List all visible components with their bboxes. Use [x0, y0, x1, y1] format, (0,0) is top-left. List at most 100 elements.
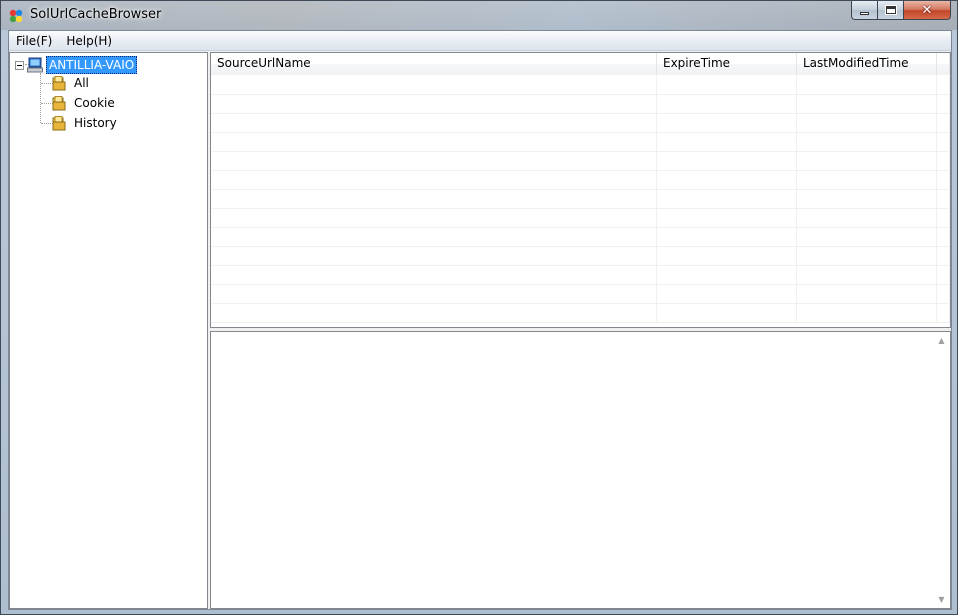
grid-cell	[797, 304, 937, 323]
tree-node-root-label[interactable]: ANTILLIA-VAIO	[46, 56, 138, 74]
url-list-view[interactable]: SourceUrlName ExpireTime LastModifiedTim…	[210, 52, 951, 328]
empty-grid-row	[211, 133, 950, 152]
grid-cell	[211, 133, 657, 152]
app-icon	[9, 9, 23, 23]
minimize-button[interactable]	[851, 1, 878, 20]
empty-grid-row	[211, 76, 950, 95]
grid-cell	[657, 133, 797, 152]
list-body[interactable]	[211, 76, 950, 327]
grid-cell	[937, 247, 950, 266]
grid-cell	[937, 114, 950, 133]
tree-view[interactable]: ANTILLIA-VAIO All Cookie History	[9, 52, 208, 609]
tree-node-all[interactable]: All	[52, 74, 89, 92]
empty-grid-row	[211, 285, 950, 304]
grid-cell	[211, 190, 657, 209]
grid-cell	[657, 95, 797, 114]
close-button[interactable]: ✕	[904, 1, 951, 20]
grid-cell	[937, 266, 950, 285]
empty-grid-row	[211, 304, 950, 323]
grid-cell	[937, 228, 950, 247]
grid-cell	[657, 171, 797, 190]
title-bar[interactable]: SolUrlCacheBrowser ✕	[1, 1, 957, 30]
collapse-toggle-icon[interactable]	[15, 60, 24, 70]
grid-cell	[211, 285, 657, 304]
empty-grid-row	[211, 152, 950, 171]
grid-cell	[797, 133, 937, 152]
close-icon: ✕	[921, 2, 933, 18]
grid-cell	[657, 304, 797, 323]
tree-node-root[interactable]: ANTILLIA-VAIO	[15, 56, 138, 74]
column-header-last-modified[interactable]: LastModifiedTime	[797, 53, 937, 75]
detail-text-area[interactable]: ▲ ▼	[210, 331, 951, 609]
scroll-up-icon[interactable]: ▲	[933, 332, 950, 349]
grid-cell	[797, 171, 937, 190]
grid-cell	[937, 171, 950, 190]
tree-node-history[interactable]: History	[52, 114, 117, 132]
tree-node-label: History	[74, 116, 117, 130]
vertical-scrollbar[interactable]: ▲ ▼	[933, 332, 950, 608]
column-header-filler	[937, 53, 950, 75]
grid-cell	[657, 285, 797, 304]
grid-cell	[211, 304, 657, 323]
empty-grid-row	[211, 171, 950, 190]
grid-cell	[211, 171, 657, 190]
maximize-button[interactable]	[878, 1, 904, 20]
grid-cell	[657, 209, 797, 228]
grid-cell	[657, 152, 797, 171]
menu-bar: File(F) Help(H)	[9, 31, 951, 51]
scroll-down-icon[interactable]: ▼	[933, 591, 950, 608]
grid-cell	[797, 190, 937, 209]
empty-grid-row	[211, 190, 950, 209]
grid-cell	[937, 133, 950, 152]
grid-cell	[657, 266, 797, 285]
grid-cell	[797, 152, 937, 171]
grid-cell	[657, 114, 797, 133]
app-window: SolUrlCacheBrowser ✕ File(F) Help(H) ANT…	[0, 0, 958, 615]
maximize-icon	[884, 5, 897, 15]
grid-cell	[937, 190, 950, 209]
grid-cell	[797, 114, 937, 133]
grid-cell	[797, 247, 937, 266]
folder-icon	[52, 115, 66, 130]
grid-cell	[657, 228, 797, 247]
column-header-source-url[interactable]: SourceUrlName	[211, 53, 657, 75]
computer-icon	[27, 57, 43, 73]
grid-cell	[211, 247, 657, 266]
grid-cell	[797, 228, 937, 247]
empty-grid-row	[211, 114, 950, 133]
empty-grid-row	[211, 209, 950, 228]
grid-cell	[937, 76, 950, 95]
tree-connector	[40, 73, 41, 123]
grid-cell	[937, 285, 950, 304]
grid-cell	[937, 209, 950, 228]
grid-cell	[211, 209, 657, 228]
tree-node-cookie[interactable]: Cookie	[52, 94, 115, 112]
client-area: File(F) Help(H) ANTILLIA-VAIO All Cookie…	[8, 30, 952, 610]
menu-file[interactable]: File(F)	[9, 31, 59, 51]
grid-cell	[797, 266, 937, 285]
column-header-expire-time[interactable]: ExpireTime	[657, 53, 797, 75]
grid-cell	[211, 228, 657, 247]
tree-node-label: Cookie	[74, 96, 115, 110]
folder-icon	[52, 95, 66, 110]
empty-grid-row	[211, 247, 950, 266]
grid-cell	[797, 76, 937, 95]
grid-cell	[797, 209, 937, 228]
list-header: SourceUrlName ExpireTime LastModifiedTim…	[211, 53, 950, 75]
tree-node-label: All	[74, 76, 89, 90]
grid-cell	[657, 247, 797, 266]
grid-cell	[211, 95, 657, 114]
empty-grid-row	[211, 266, 950, 285]
minimize-icon	[860, 11, 869, 15]
grid-cell	[211, 114, 657, 133]
grid-cell	[937, 152, 950, 171]
empty-grid-row	[211, 228, 950, 247]
grid-cell	[797, 95, 937, 114]
grid-cell	[937, 95, 950, 114]
grid-cell	[657, 190, 797, 209]
grid-cell	[211, 266, 657, 285]
folder-icon	[52, 75, 66, 90]
grid-cell	[797, 285, 937, 304]
grid-cell	[211, 76, 657, 95]
menu-help[interactable]: Help(H)	[59, 31, 119, 51]
